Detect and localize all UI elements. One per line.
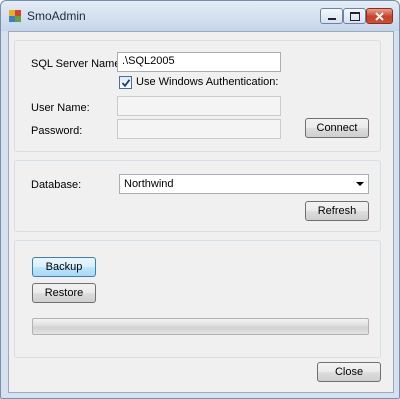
- minimize-button[interactable]: [320, 8, 343, 24]
- windows-auth-checkbox[interactable]: [119, 76, 132, 89]
- close-window-button[interactable]: [366, 8, 393, 24]
- maximize-button[interactable]: [343, 8, 366, 24]
- username-label: User Name:: [31, 102, 90, 114]
- windows-auth-label: Use Windows Authentication:: [136, 76, 279, 88]
- database-group: [14, 160, 381, 232]
- refresh-button[interactable]: Refresh: [305, 201, 369, 221]
- maximize-icon: [349, 11, 360, 21]
- backup-button[interactable]: Backup: [32, 257, 96, 277]
- restore-button[interactable]: Restore: [32, 283, 96, 303]
- window-title: SmoAdmin: [27, 9, 86, 23]
- server-name-input[interactable]: .\SQL2005: [117, 52, 281, 72]
- database-select[interactable]: Northwind: [119, 174, 369, 194]
- app-window-icon: [9, 10, 21, 22]
- username-input[interactable]: [117, 96, 281, 116]
- chevron-down-icon[interactable]: [356, 182, 364, 186]
- checkmark-icon: [121, 79, 131, 88]
- close-icon: [375, 11, 384, 21]
- database-selected-value: Northwind: [124, 178, 174, 190]
- close-button[interactable]: Close: [317, 362, 381, 382]
- minimize-icon: [327, 18, 336, 20]
- progress-bar: [32, 318, 369, 335]
- password-input[interactable]: [117, 119, 281, 139]
- database-label: Database:: [31, 179, 82, 191]
- password-label: Password:: [31, 125, 83, 137]
- title-bar[interactable]: SmoAdmin: [1, 1, 399, 31]
- connect-button[interactable]: Connect: [305, 118, 369, 138]
- server-name-label: SQL Server Name:: [31, 58, 124, 70]
